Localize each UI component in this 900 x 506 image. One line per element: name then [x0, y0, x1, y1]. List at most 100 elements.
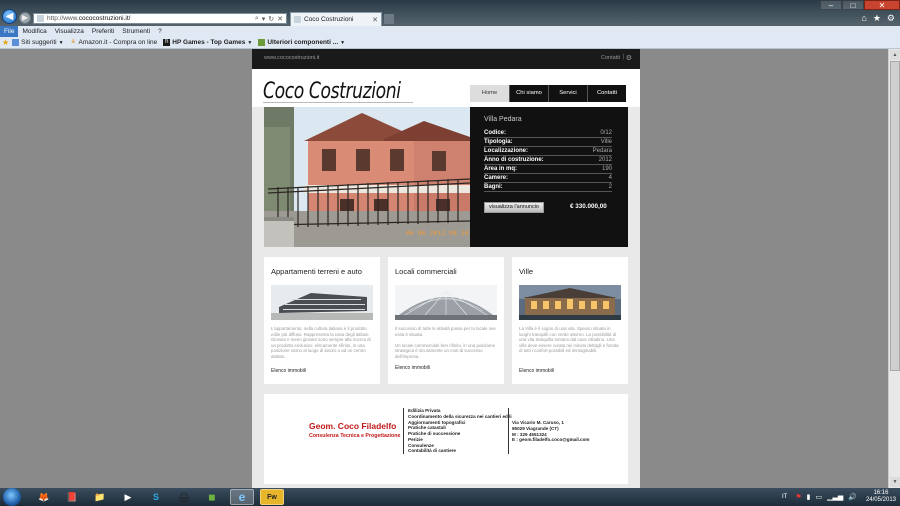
footer-service-item: Coordinamento della sicurezza nei cantie… — [408, 413, 512, 419]
topbar-separator: | — [622, 54, 624, 60]
spec-value: 190 — [601, 166, 612, 172]
internet-explorer-icon[interactable]: e — [230, 489, 254, 505]
nav-contatti[interactable]: Contatti — [587, 85, 626, 102]
firefox-icon[interactable]: 🦊 — [32, 489, 56, 505]
fireworks-icon[interactable]: Fw — [260, 489, 284, 505]
spec-row-camere: Camere: 4 — [484, 174, 612, 183]
menu-modifica[interactable]: Modifica — [18, 26, 50, 37]
refresh-icon[interactable]: ↻ — [268, 15, 274, 23]
view-listing-button[interactable]: visualizza l'annuncio — [484, 202, 544, 213]
star-icon[interactable]: ★ — [873, 13, 881, 24]
nav-servici[interactable]: Servici — [548, 85, 587, 102]
signal-icon[interactable]: ▁▃▅ — [827, 493, 843, 501]
spec-row-anno: Anno di costruzione: 2012 — [484, 156, 612, 165]
featured-photo[interactable]: 06 06 2012 08 10 — [264, 107, 470, 247]
site-url-text: www.cococostruzioni.it — [264, 55, 320, 61]
battery-icon[interactable]: ▭ — [815, 493, 822, 501]
menu-help[interactable]: ? — [154, 26, 166, 37]
tab-title: Coco Costruzioni — [304, 16, 354, 23]
url-domain: cococostruzioni.it/ — [78, 15, 131, 22]
elenco-immobili-link[interactable]: Elenco immobili — [271, 368, 306, 374]
minimize-button[interactable]: – — [820, 0, 842, 10]
footer-services-list: Edilizia Privata Coordinamento della sic… — [408, 408, 512, 454]
maximize-button[interactable]: □ — [842, 0, 864, 10]
windows-taskbar: 🦊 📕 📁 ▶ S 🖨 ◼ e Fw IT ⚑ ▮ ▭ ▁▃▅ 🔊 16:16 … — [0, 488, 900, 506]
office-icon[interactable]: 📕 — [60, 489, 84, 505]
photo-date-stamp: 06 06 2012 08 10 — [406, 229, 469, 237]
card-image-villas[interactable] — [519, 285, 621, 320]
bookmark-amazon[interactable]: a Amazon.it - Compra on line — [70, 39, 157, 46]
new-tab-button[interactable] — [384, 14, 394, 24]
card-title[interactable]: Locali commerciali — [395, 267, 457, 276]
language-indicator[interactable]: IT — [782, 494, 787, 500]
menu-preferiti[interactable]: Preferiti — [88, 26, 118, 37]
tab-close-icon[interactable]: ✕ — [372, 16, 378, 24]
menu-file[interactable]: File — [0, 26, 19, 37]
nav-home[interactable]: Home — [470, 85, 509, 102]
folder-icon[interactable]: 📁 — [88, 489, 112, 505]
elenco-immobili-link[interactable]: Elenco immobili — [395, 365, 430, 371]
spec-row-area: Area in mq: 190 — [484, 165, 612, 174]
home-icon[interactable]: ⌂ — [861, 13, 866, 24]
start-button[interactable] — [3, 488, 21, 506]
card-image-commercial[interactable] — [395, 285, 497, 320]
stop-icon[interactable]: ✕ — [277, 15, 283, 23]
window-controls: – □ ✕ — [820, 0, 900, 10]
card-image-apartments[interactable] — [271, 285, 373, 320]
bookmark-siti-suggeriti[interactable]: Siti suggeriti ▼ — [12, 39, 64, 46]
menu-strumenti[interactable]: Strumenti — [118, 26, 154, 37]
search-icon[interactable]: ⌕ — [255, 15, 259, 23]
spec-row-codice: Codice: 0/12 — [484, 129, 612, 138]
close-window-button[interactable]: ✕ — [864, 0, 900, 10]
site-favicon-icon — [37, 15, 44, 22]
spec-row-bagni: Bagni: 2 — [484, 183, 612, 192]
page-viewport: www.cococostruzioni.it Contatti | ⚙ Coco… — [0, 49, 900, 488]
clock[interactable]: 16:16 24/05/2013 — [866, 490, 896, 504]
menu-bar: File Modifica Visualizza Preferiti Strum… — [0, 26, 900, 37]
bookmark-ulteriori[interactable]: Ulteriori componenti ... ▼ — [258, 39, 345, 46]
notification-icon[interactable]: ⚑ — [795, 493, 801, 501]
elenco-immobili-link[interactable]: Elenco immobili — [519, 368, 554, 374]
spec-row-localizzazione: Localizzazione: Pedara — [484, 147, 612, 156]
scroll-up-arrow-icon[interactable]: ▲ — [890, 50, 900, 60]
volume-icon[interactable]: 🔊 — [848, 493, 857, 501]
address-bar[interactable]: http://www.cococostruzioni.it/ ⌕ ▾ ↻ ✕ — [33, 13, 287, 24]
main-nav: Home Chi siamo Servici Contatti — [470, 85, 626, 102]
scroll-down-arrow-icon[interactable]: ▼ — [890, 477, 900, 487]
spec-key: Codice: — [484, 130, 507, 136]
media-player-icon[interactable]: ▶ — [116, 489, 140, 505]
category-card-appartamenti: Appartamenti terreni e auto L'appartamen… — [264, 257, 380, 384]
scroll-thumb[interactable] — [890, 61, 900, 371]
menu-visualizza[interactable]: Visualizza — [51, 26, 88, 37]
forward-button[interactable]: ▶ — [19, 12, 31, 24]
site-logo[interactable]: Coco Costruzioni — [263, 79, 401, 104]
card-title[interactable]: Appartamenti terreni e auto — [271, 267, 362, 276]
url-prefix: http://www. — [47, 15, 79, 22]
hp-icon[interactable]: ◼ — [200, 489, 224, 505]
skype-icon[interactable]: S — [144, 489, 168, 505]
nav-chi-siamo[interactable]: Chi siamo — [509, 85, 548, 102]
favorites-star-icon[interactable]: ★ — [2, 38, 9, 47]
address-url[interactable]: http://www.cococostruzioni.it/ — [47, 15, 255, 22]
site-topbar: www.cococostruzioni.it Contatti | ⚙ — [252, 49, 640, 69]
bookmark-hp-games[interactable]: h HP Games - Top Games ▼ — [163, 39, 252, 46]
back-button[interactable]: ◀ — [2, 9, 17, 24]
bookmark-label: Ulteriori componenti ... — [267, 39, 339, 46]
topbar-contatti-link[interactable]: Contatti — [601, 55, 620, 61]
spec-value: 4 — [608, 175, 612, 181]
tab-coco-costruzioni[interactable]: Coco Costruzioni ✕ — [290, 12, 382, 26]
villa-photo-graphic — [264, 107, 470, 247]
spec-value: 0/12 — [600, 130, 612, 136]
footer-contacts: Via Vicario M. Caruso, 1 95029 Viagrande… — [512, 420, 589, 443]
spec-value: 2012 — [598, 157, 612, 163]
category-card-ville: Ville La Villa è il sogno di una vita. S… — [512, 257, 628, 384]
footer-email[interactable]: E : geom.filadelfo.coco@gmail.com — [512, 437, 589, 443]
footer-divider — [403, 408, 404, 454]
dropdown-icon[interactable]: ▾ — [262, 15, 266, 23]
gear-icon[interactable]: ⚙ — [887, 13, 895, 24]
vertical-scrollbar[interactable]: ▲ ▼ — [888, 49, 900, 488]
card-title[interactable]: Ville — [519, 267, 533, 276]
printer-icon[interactable]: 🖨 — [172, 489, 196, 505]
network-icon[interactable]: ▮ — [807, 493, 811, 501]
settings-gear-icon[interactable]: ⚙ — [626, 54, 632, 62]
